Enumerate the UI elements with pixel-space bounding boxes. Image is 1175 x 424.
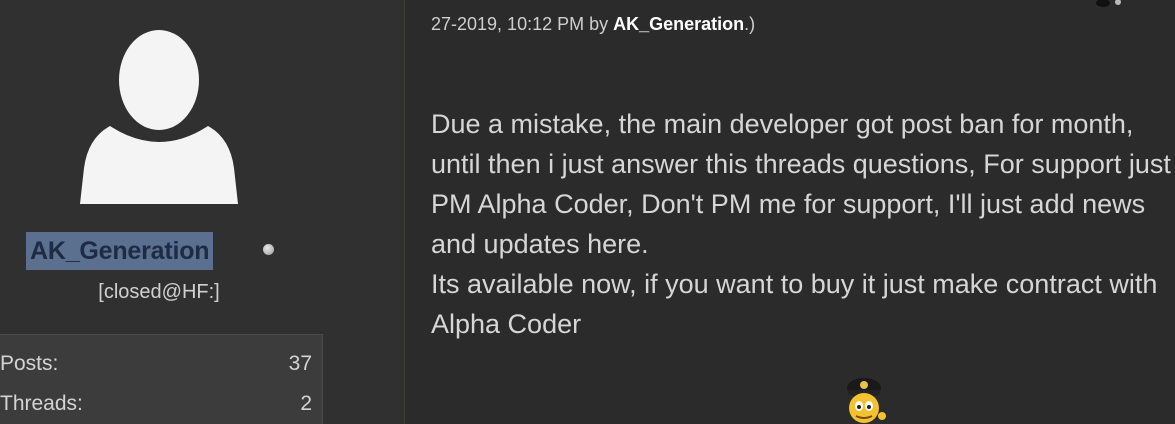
user-stats: Posts: 37 Threads: 2 [0,334,323,424]
stat-label: Posts: [0,352,59,375]
stat-value[interactable]: 2 [300,392,312,416]
avatar[interactable] [80,28,238,204]
edit-note-editor[interactable]: AK_Generation [613,14,744,34]
user-title: [closed@HF:] [98,281,220,303]
username-link[interactable]: AK_Generation [26,232,214,270]
edit-note-suffix: .) [744,14,756,34]
post-paragraph: Due a mistake, the main developer got po… [431,109,1171,259]
stat-threads: Threads: 2 [0,392,312,422]
username-text: AK_Generation [30,237,210,265]
post-body: Due a mistake, the main developer got po… [431,104,1175,344]
partial-icon [1096,0,1121,7]
post-page: AK_Generation [closed@HF:] Posts: 37 Thr… [0,0,1175,424]
panel-divider [404,0,405,424]
police-smiley-icon [847,378,886,423]
post-paragraph: Its available now, if you want to buy it… [431,269,1158,339]
stat-label: Threads: [0,392,83,415]
status-dot-icon [263,244,274,255]
stat-posts: Posts: 37 [0,352,312,382]
stat-value[interactable]: 37 [289,352,312,376]
edit-note-prefix: 27-2019, 10:12 PM by [431,14,614,34]
edit-note: 27-2019, 10:12 PM by AK_Generation.) [431,14,755,35]
user-panel: AK_Generation [closed@HF:] Posts: 37 Thr… [0,0,404,424]
